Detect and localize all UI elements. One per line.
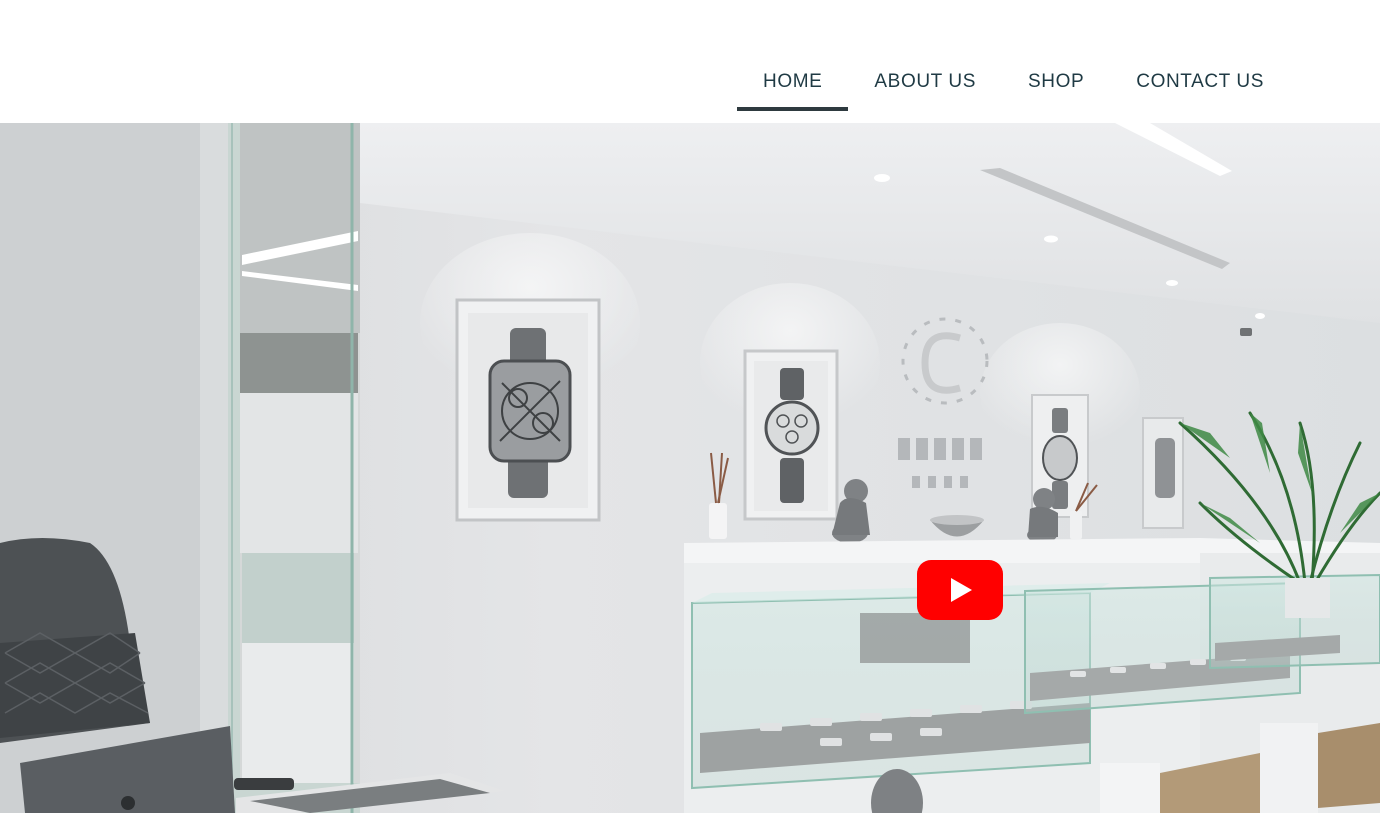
nav-shop[interactable]: SHOP bbox=[1002, 56, 1110, 111]
youtube-play-button[interactable] bbox=[917, 560, 1003, 620]
site-header: HOME ABOUT US SHOP CONTACT US bbox=[0, 0, 1380, 123]
main-nav: HOME ABOUT US SHOP CONTACT US bbox=[737, 56, 1290, 111]
video-embed[interactable] bbox=[0, 123, 1380, 813]
video-thumbnail bbox=[0, 123, 1380, 813]
nav-contact-us[interactable]: CONTACT US bbox=[1110, 56, 1290, 111]
nav-about-us[interactable]: ABOUT US bbox=[848, 56, 1002, 111]
nav-home[interactable]: HOME bbox=[737, 56, 849, 111]
youtube-play-icon bbox=[917, 560, 1003, 620]
